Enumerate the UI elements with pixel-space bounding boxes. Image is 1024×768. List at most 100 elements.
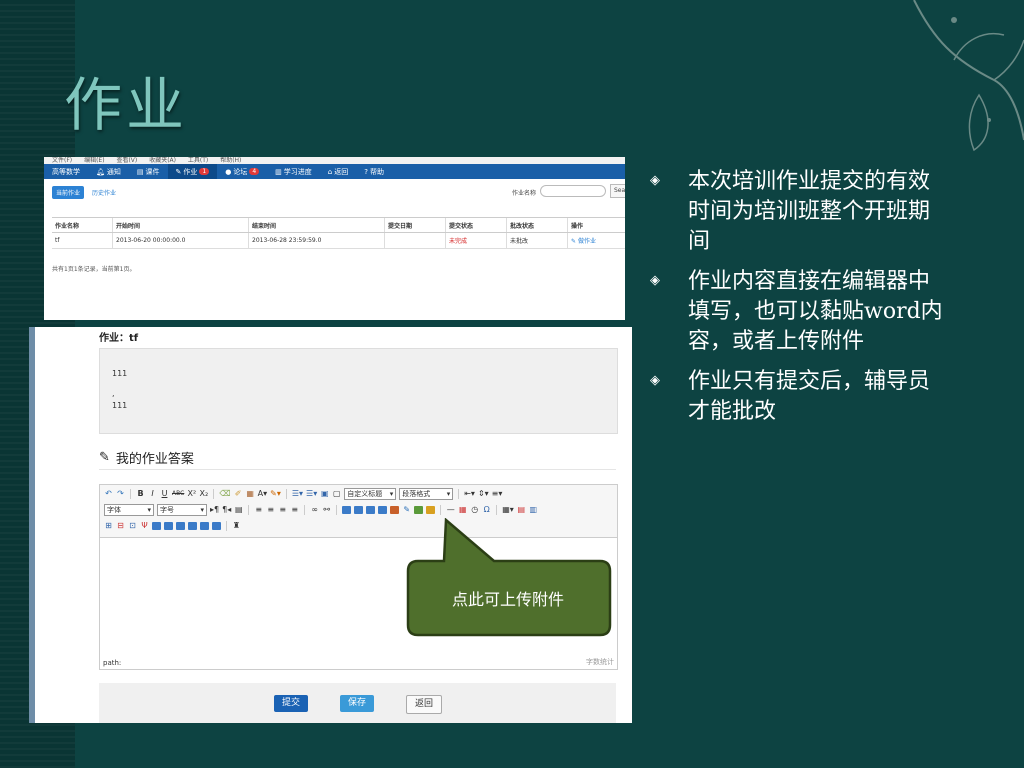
tab-current-homework[interactable]: 当前作业 bbox=[52, 185, 85, 199]
submit-button[interactable]: 提交 bbox=[274, 695, 308, 712]
time-icon[interactable]: ◷ bbox=[470, 505, 479, 515]
undo-icon[interactable]: ↶ bbox=[104, 489, 113, 499]
image-right-icon[interactable] bbox=[354, 505, 364, 514]
search-label: 作业名称 bbox=[512, 190, 537, 197]
map-icon[interactable] bbox=[414, 505, 424, 514]
col-review-status: 批改状态 bbox=[506, 217, 568, 233]
menu-edit[interactable]: 编辑(E) bbox=[84, 157, 104, 164]
answer-heading: ✎ 我的作业答案 bbox=[99, 450, 194, 467]
insert-row-icon[interactable]: ▤ bbox=[517, 505, 526, 515]
font-family-select[interactable]: 字体 ▾ bbox=[104, 503, 154, 516]
save-button[interactable]: 保存 bbox=[340, 695, 374, 712]
home-icon: ⌂ bbox=[327, 167, 333, 176]
nav-back[interactable]: ⌂ 返回 bbox=[320, 167, 356, 177]
menu-help[interactable]: 帮助(H) bbox=[220, 157, 241, 164]
special-char-icon[interactable]: Ω bbox=[482, 505, 491, 515]
eraser-icon[interactable]: ⌫ bbox=[219, 489, 230, 499]
homework-count-badge: 1 bbox=[199, 168, 210, 175]
cell-name: tf bbox=[52, 232, 113, 249]
format-brush-icon[interactable]: ✐ bbox=[234, 489, 243, 499]
homework-list-screenshot: 文件(F) 编辑(E) 查看(V) 收藏夹(A) 工具(T) 帮助(H) 高等数… bbox=[44, 157, 625, 320]
nav-forum[interactable]: ● 论坛 4 bbox=[217, 167, 267, 177]
search-replace-icon[interactable]: ♜ bbox=[232, 521, 241, 531]
merge-right-icon[interactable] bbox=[152, 521, 161, 530]
content-line: , bbox=[112, 389, 115, 398]
search-input[interactable] bbox=[540, 185, 606, 197]
image-left-icon[interactable] bbox=[342, 505, 352, 514]
custom-heading-select[interactable]: 自定义标题 ▾ bbox=[344, 487, 397, 500]
col-start: 开始时间 bbox=[112, 217, 249, 233]
col-name: 作业名称 bbox=[52, 217, 113, 233]
table-props-icon[interactable] bbox=[212, 521, 221, 530]
link-icon[interactable]: ∞ bbox=[310, 505, 319, 515]
subscript-icon[interactable]: X₂ bbox=[199, 489, 208, 499]
menu-favorites[interactable]: 收藏夹(A) bbox=[149, 157, 176, 164]
unlink-icon[interactable]: ⚯ bbox=[322, 505, 331, 515]
nav-homework[interactable]: ✎ 作业 1 bbox=[167, 164, 218, 179]
indent-icon[interactable]: ⇤▾ bbox=[464, 489, 475, 499]
search-button[interactable]: Sea bbox=[610, 184, 625, 198]
rtl-icon[interactable]: ¶◂ bbox=[222, 505, 231, 515]
horizontal-rule-icon[interactable]: — bbox=[446, 505, 455, 515]
diamond-bullet-icon: ◈ bbox=[650, 173, 660, 188]
nav-progress[interactable]: ▥ 学习进度 bbox=[267, 167, 320, 177]
line-height-icon[interactable]: ⇕▾ bbox=[478, 489, 489, 499]
emoticon-icon[interactable] bbox=[426, 505, 436, 514]
ordered-list-icon[interactable]: ☰▾ bbox=[292, 489, 303, 499]
do-homework-link[interactable]: ✎ 做作业 bbox=[567, 232, 625, 249]
select-all-icon[interactable]: ▣ bbox=[320, 489, 329, 499]
split-cells-icon[interactable]: Ψ bbox=[140, 521, 149, 531]
bold-icon[interactable]: B bbox=[136, 489, 145, 499]
attachment-icon[interactable]: ✎ bbox=[402, 505, 411, 515]
delete-row-icon[interactable]: ⊞ bbox=[104, 521, 113, 531]
unordered-list-icon[interactable]: ☰▾ bbox=[306, 489, 317, 499]
nav-course-title[interactable]: 高等数学 bbox=[44, 167, 88, 177]
clear-doc-icon[interactable]: ▢ bbox=[332, 489, 341, 499]
content-line: 111 bbox=[112, 369, 128, 378]
align-right-icon[interactable]: ≡ bbox=[278, 505, 287, 515]
video-icon[interactable] bbox=[390, 505, 400, 514]
delete-table-icon[interactable] bbox=[200, 521, 209, 530]
tab-history-homework[interactable]: 历史作业 bbox=[92, 188, 116, 197]
menu-tools[interactable]: 工具(T) bbox=[188, 157, 208, 164]
redo-icon[interactable]: ↷ bbox=[116, 489, 125, 499]
image-block-icon[interactable] bbox=[378, 505, 388, 514]
date-icon[interactable]: ▦ bbox=[458, 505, 467, 515]
paragraph-format-select[interactable]: 段落格式 ▾ bbox=[399, 487, 454, 500]
col-submit-status: 提交状态 bbox=[445, 217, 507, 233]
nav-help[interactable]: ? 帮助 bbox=[356, 167, 392, 177]
help-icon: ? bbox=[364, 167, 368, 176]
menu-file[interactable]: 文件(F) bbox=[52, 157, 72, 164]
nav-notice[interactable]: 🔔︎ 通知 bbox=[88, 167, 129, 177]
menu-view[interactable]: 查看(V) bbox=[116, 157, 137, 164]
block-icon[interactable]: ▤ bbox=[234, 505, 243, 515]
delete-col-icon[interactable]: ⊟ bbox=[116, 521, 125, 531]
merge-down-icon[interactable] bbox=[164, 521, 173, 530]
image-center-icon[interactable] bbox=[366, 505, 376, 514]
spacing-icon[interactable]: ≡▾ bbox=[492, 489, 503, 499]
back-button[interactable]: 返回 bbox=[406, 695, 442, 714]
list-item: ◈ 本次培训作业提交的有效时间为培训班整个开班期间 bbox=[650, 167, 960, 257]
col-submit-date: 提交日期 bbox=[384, 217, 446, 233]
align-justify-icon[interactable]: ≡ bbox=[290, 505, 299, 515]
underline-icon[interactable]: U bbox=[160, 489, 169, 499]
align-left-icon[interactable]: ≡ bbox=[254, 505, 263, 515]
table-icon[interactable]: ▦▾ bbox=[502, 505, 514, 515]
paste-plain-icon[interactable]: ▦ bbox=[246, 489, 255, 499]
superscript-icon[interactable]: X² bbox=[187, 489, 196, 499]
font-color-icon[interactable]: A▾ bbox=[258, 489, 268, 499]
ltr-icon[interactable]: ▸¶ bbox=[210, 505, 219, 515]
nav-courseware[interactable]: ▤ 课件 bbox=[129, 167, 168, 177]
font-size-select[interactable]: 字号 ▾ bbox=[157, 503, 207, 516]
homework-title: 作业：tf bbox=[99, 333, 139, 344]
split-cols-icon[interactable] bbox=[188, 521, 197, 530]
align-center-icon[interactable]: ≡ bbox=[266, 505, 275, 515]
insert-col-icon[interactable]: ▥ bbox=[529, 505, 538, 515]
italic-icon[interactable]: I bbox=[148, 489, 157, 499]
chevron-down-icon: ▾ bbox=[200, 505, 204, 514]
strikethrough-icon[interactable]: ABC bbox=[172, 489, 184, 499]
split-rows-icon[interactable] bbox=[176, 521, 185, 530]
merge-cells-icon[interactable]: ⊡ bbox=[128, 521, 137, 531]
highlight-icon[interactable]: ✎▾ bbox=[270, 489, 281, 499]
chat-icon: ● bbox=[225, 167, 232, 176]
